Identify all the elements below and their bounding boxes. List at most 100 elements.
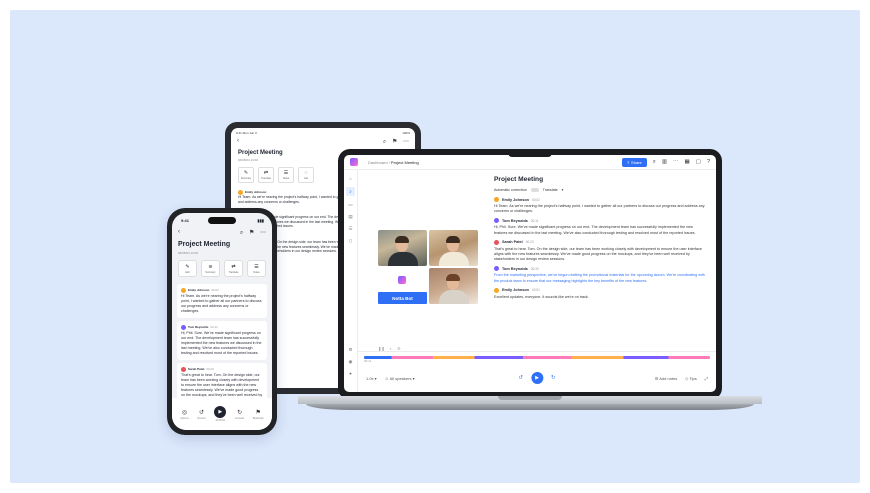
breadcrumb-root[interactable]: Dashboard (368, 160, 388, 165)
users-icon: ☺ (384, 375, 389, 381)
translate-icon: ⇄ (263, 170, 269, 176)
transcript-message: Emily Johnson 00:51 Excellent updates, ev… (494, 287, 589, 299)
folder-icon[interactable]: ▭ (348, 202, 352, 208)
location-icon[interactable]: ◉ (349, 359, 353, 365)
phone-page-title: Project Meeting (178, 241, 231, 248)
more-icon[interactable]: ⋯ (260, 230, 266, 236)
laptop-sidebar: ⌂ ⌕ ▭ ▤ ☰ ▯ ⚙ ◉ ● (344, 170, 358, 392)
tablet-tool-notes[interactable]: ☰ Notes (278, 167, 294, 183)
background-stage: 9:41 Mon Jun 3 100% ‹ ⌕ ⚑ ⋯ Project Meet… (10, 10, 860, 483)
notes-icon: ☰ (254, 263, 259, 270)
phone-tool-notes[interactable]: ☰ Notes (247, 260, 266, 277)
notes-icon[interactable]: ☰ (348, 226, 352, 232)
tablet-tool-ask[interactable]: ◌ Ask (298, 167, 314, 183)
audio-timeline[interactable]: 00:11 (358, 351, 716, 363)
phone-playback-bar: ◎ Options ↺ Rewind ▶ 00:00:03 ↻ Forward ⚑ Boo… (172, 398, 272, 430)
playback-controls: 1.0x ▾ ☺ All speakers ▾ ↺ ▶ ↻ ☰ Add note… (358, 364, 716, 392)
search-icon[interactable]: ⌕ (240, 230, 243, 236)
more-icon[interactable]: ⋯ (403, 139, 409, 145)
search-icon[interactable]: ⌕ (653, 159, 656, 166)
phone-tool-summary[interactable]: ≋ Summary (201, 260, 220, 277)
phone-tool-translate[interactable]: ⇄ Translate (224, 260, 243, 277)
back-icon[interactable]: ‹ (237, 138, 239, 146)
phone-message: Emily Johnson 00:02 Hi Team. As we're nea… (177, 284, 267, 318)
header-actions: ⇪ Share ⌕ ▥ ⋯ ▦ ▢ ? (621, 157, 710, 167)
speaker-avatar (494, 266, 499, 272)
laptop-opening-lip (498, 396, 562, 400)
forward-button[interactable]: ↻ Forward (235, 409, 244, 420)
speaker-avatar (494, 218, 499, 224)
chart-icon[interactable]: ▥ (662, 159, 667, 165)
speaker-avatar (181, 367, 186, 372)
auto-correction-toggle[interactable] (530, 188, 539, 192)
play-button[interactable]: ▶ 00:00:03 (214, 406, 227, 422)
settings-icon[interactable]: ⚙ (348, 347, 352, 353)
bookmark-icon[interactable]: ⚑ (249, 230, 254, 236)
video-panel: Notta Bot ❚❚ ◐ ⚙ (358, 170, 486, 351)
pen-icon: ✎ (243, 170, 249, 176)
tablet-tool-summary[interactable]: ✎ Summary (238, 167, 254, 183)
speaker-avatar (494, 197, 499, 202)
bookmark-icon[interactable]: ⚑ (392, 139, 397, 145)
add-notes-button[interactable]: ☰ Add notes (655, 376, 678, 381)
laptop-device: Dashboard / Project Meeting ⇪ Share ⌕ ▥ … (338, 149, 722, 400)
share-button[interactable]: ⇪ Share (621, 157, 647, 167)
file-icon[interactable]: ▯ (349, 238, 351, 244)
help-icon[interactable]: ? (707, 159, 710, 165)
tips-button[interactable]: ◇ Tips (685, 376, 697, 381)
options-button[interactable]: ◎ Options (180, 409, 188, 420)
waveform-bar[interactable] (364, 356, 710, 359)
transcript-options: Automatic correction Translate ▾ (494, 188, 564, 192)
bot-label: Notta Bot (378, 292, 427, 304)
user-icon[interactable]: ● (349, 371, 352, 376)
search-icon[interactable]: ⌕ (383, 139, 386, 145)
bookmark-icon: ⚑ (255, 409, 261, 416)
phone-nav-bar: ‹ ⌕ ⚑ ⋯ (172, 223, 272, 239)
speakers-select[interactable]: ☺ All speakers ▾ (385, 376, 415, 381)
expand-icon[interactable]: ⤢ (705, 376, 708, 381)
app-logo-icon[interactable] (350, 158, 358, 166)
tablet-status-time: 9:41 Mon Jun 3 (236, 131, 257, 135)
back-icon[interactable]: ‹ (178, 229, 180, 237)
laptop-base (298, 396, 762, 412)
play-icon: ▶ (214, 406, 227, 418)
breadcrumb-current: Project Meeting (390, 159, 419, 165)
chat-icon: ◌ (304, 170, 308, 176)
speaker-avatar (181, 288, 186, 293)
page-title: Project Meeting (494, 176, 544, 183)
home-icon[interactable]: ⌂ (349, 176, 352, 181)
summary-icon: ≋ (208, 263, 213, 270)
panel-icon[interactable]: ▢ (696, 159, 701, 165)
forward-icon[interactable]: ↻ (551, 375, 556, 381)
laptop-screen: Dashboard / Project Meeting ⇪ Share ⌕ ▥ … (344, 155, 716, 392)
calendar-icon[interactable]: ▤ (348, 214, 352, 220)
tablet-tool-translate[interactable]: ⇄ Translate (258, 167, 274, 183)
layout-icon[interactable]: ▦ (685, 159, 690, 165)
speaker-avatar (494, 287, 499, 293)
bulb-icon: ◇ (685, 375, 689, 381)
forward-icon: ↻ (237, 409, 243, 416)
transcript-panel: Project Meeting Automatic correction Tra… (490, 170, 710, 350)
chevron-down-icon[interactable]: ▾ (562, 188, 564, 192)
rewind-icon[interactable]: ↺ (518, 375, 523, 381)
play-icon[interactable]: ▶ (531, 372, 543, 384)
transcript-message: Tom Reynolds 00:11 Hi, Phil. Sure. We've … (494, 218, 696, 235)
phone-screen: 9:41 ▮▮▮ ‹ ⌕ ⚑ ⋯ Project Meeting 06/05/0… (172, 213, 272, 430)
phone-tool-edit[interactable]: ✎ Edit (178, 260, 197, 277)
speed-select[interactable]: 1.0x ▾ (366, 376, 377, 381)
dynamic-island (208, 217, 236, 224)
rewind-button[interactable]: ↺ Rewind (198, 409, 206, 420)
rewind-icon: ↺ (198, 409, 205, 416)
phone-message: Tom Reynolds 00:11 Hi, Phil. Sure. We've … (177, 321, 267, 360)
phone-time: 9:41 (181, 218, 190, 223)
translate-icon: ⇄ (231, 263, 236, 270)
options-icon: ◎ (181, 409, 188, 416)
signal-icon: ▮▮▮ (257, 218, 264, 223)
tablet-status-bar: 9:41 Mon Jun 3 100% (231, 128, 415, 135)
phone-toolbar: ✎ Edit ≋ Summary ⇄ Translate ☰ Notes (172, 256, 272, 281)
transcript-message: Emily Johnson 00:02 Hi Team. As we're nea… (494, 197, 705, 214)
more-icon[interactable]: ⋯ (673, 159, 679, 165)
search-icon[interactable]: ⌕ (346, 187, 355, 196)
transcript-message: Tom Reynolds 00:33 From the marketing per… (494, 266, 705, 283)
bookmark-button[interactable]: ⚑ Bookmark (253, 409, 264, 420)
